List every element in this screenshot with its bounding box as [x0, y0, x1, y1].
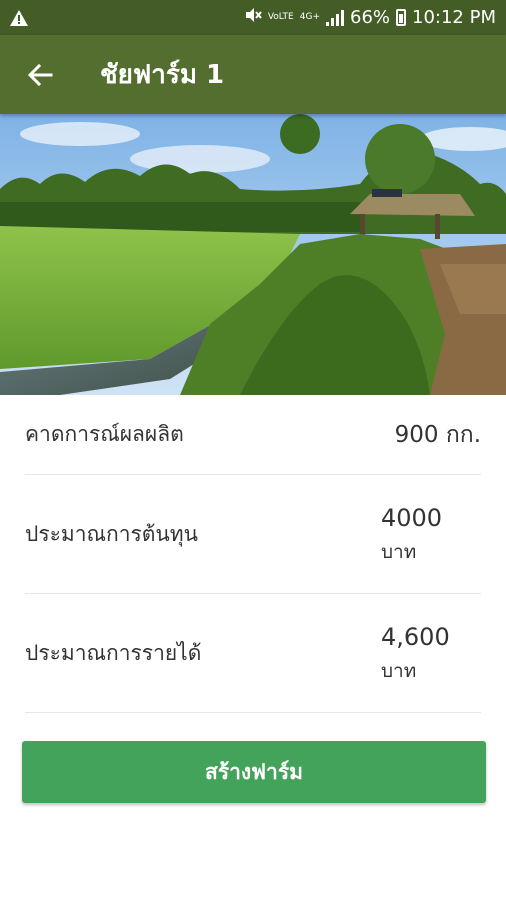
page-title: ชัยฟาร์ม 1: [100, 60, 225, 90]
estimated-cost-value: 4000 บาท: [381, 500, 481, 568]
list-item-estimated-cost: ประมาณการต้นทุน 4000 บาท: [25, 475, 481, 594]
volte-icon: VoLTE: [267, 12, 294, 22]
back-button[interactable]: [0, 35, 80, 114]
battery-percent: 66%: [350, 7, 391, 28]
estimated-cost-amount: 4000: [381, 504, 443, 532]
status-bar: VoLTE 4G+ 66% 10:12 PM: [0, 0, 506, 35]
expected-yield-value: 900 กก.: [394, 421, 481, 448]
signal-icon: [326, 9, 344, 26]
expected-yield-label: คาดการณ์ผลผลิต: [25, 422, 184, 446]
app-bar: ชัยฟาร์ม 1: [0, 35, 506, 114]
create-farm-button[interactable]: สร้างฟาร์ม: [22, 741, 486, 803]
clock: 10:12 PM: [412, 7, 496, 28]
list-item-expected-yield: คาดการณ์ผลผลิต 900 กก.: [25, 395, 481, 475]
estimated-cost-label: ประมาณการต้นทุน: [25, 521, 198, 546]
estimated-income-label: ประมาณการรายได้: [25, 640, 202, 665]
battery-icon: [396, 9, 407, 26]
warning-icon: [10, 8, 30, 28]
estimated-income-unit: บาท: [381, 660, 417, 682]
estimated-income-amount: 4,600: [381, 623, 450, 651]
network-type-icon: 4G+: [299, 12, 320, 22]
farm-photo: [0, 114, 506, 395]
mute-icon: [244, 7, 262, 28]
list-item-estimated-income: ประมาณการรายได้ 4,600 บาท: [25, 594, 481, 713]
estimated-income-value: 4,600 บาท: [381, 619, 481, 687]
estimated-cost-unit: บาท: [381, 541, 417, 563]
farm-summary-list: คาดการณ์ผลผลิต 900 กก. ประมาณการต้นทุน 4…: [25, 395, 481, 713]
back-arrow-icon: [27, 63, 53, 86]
